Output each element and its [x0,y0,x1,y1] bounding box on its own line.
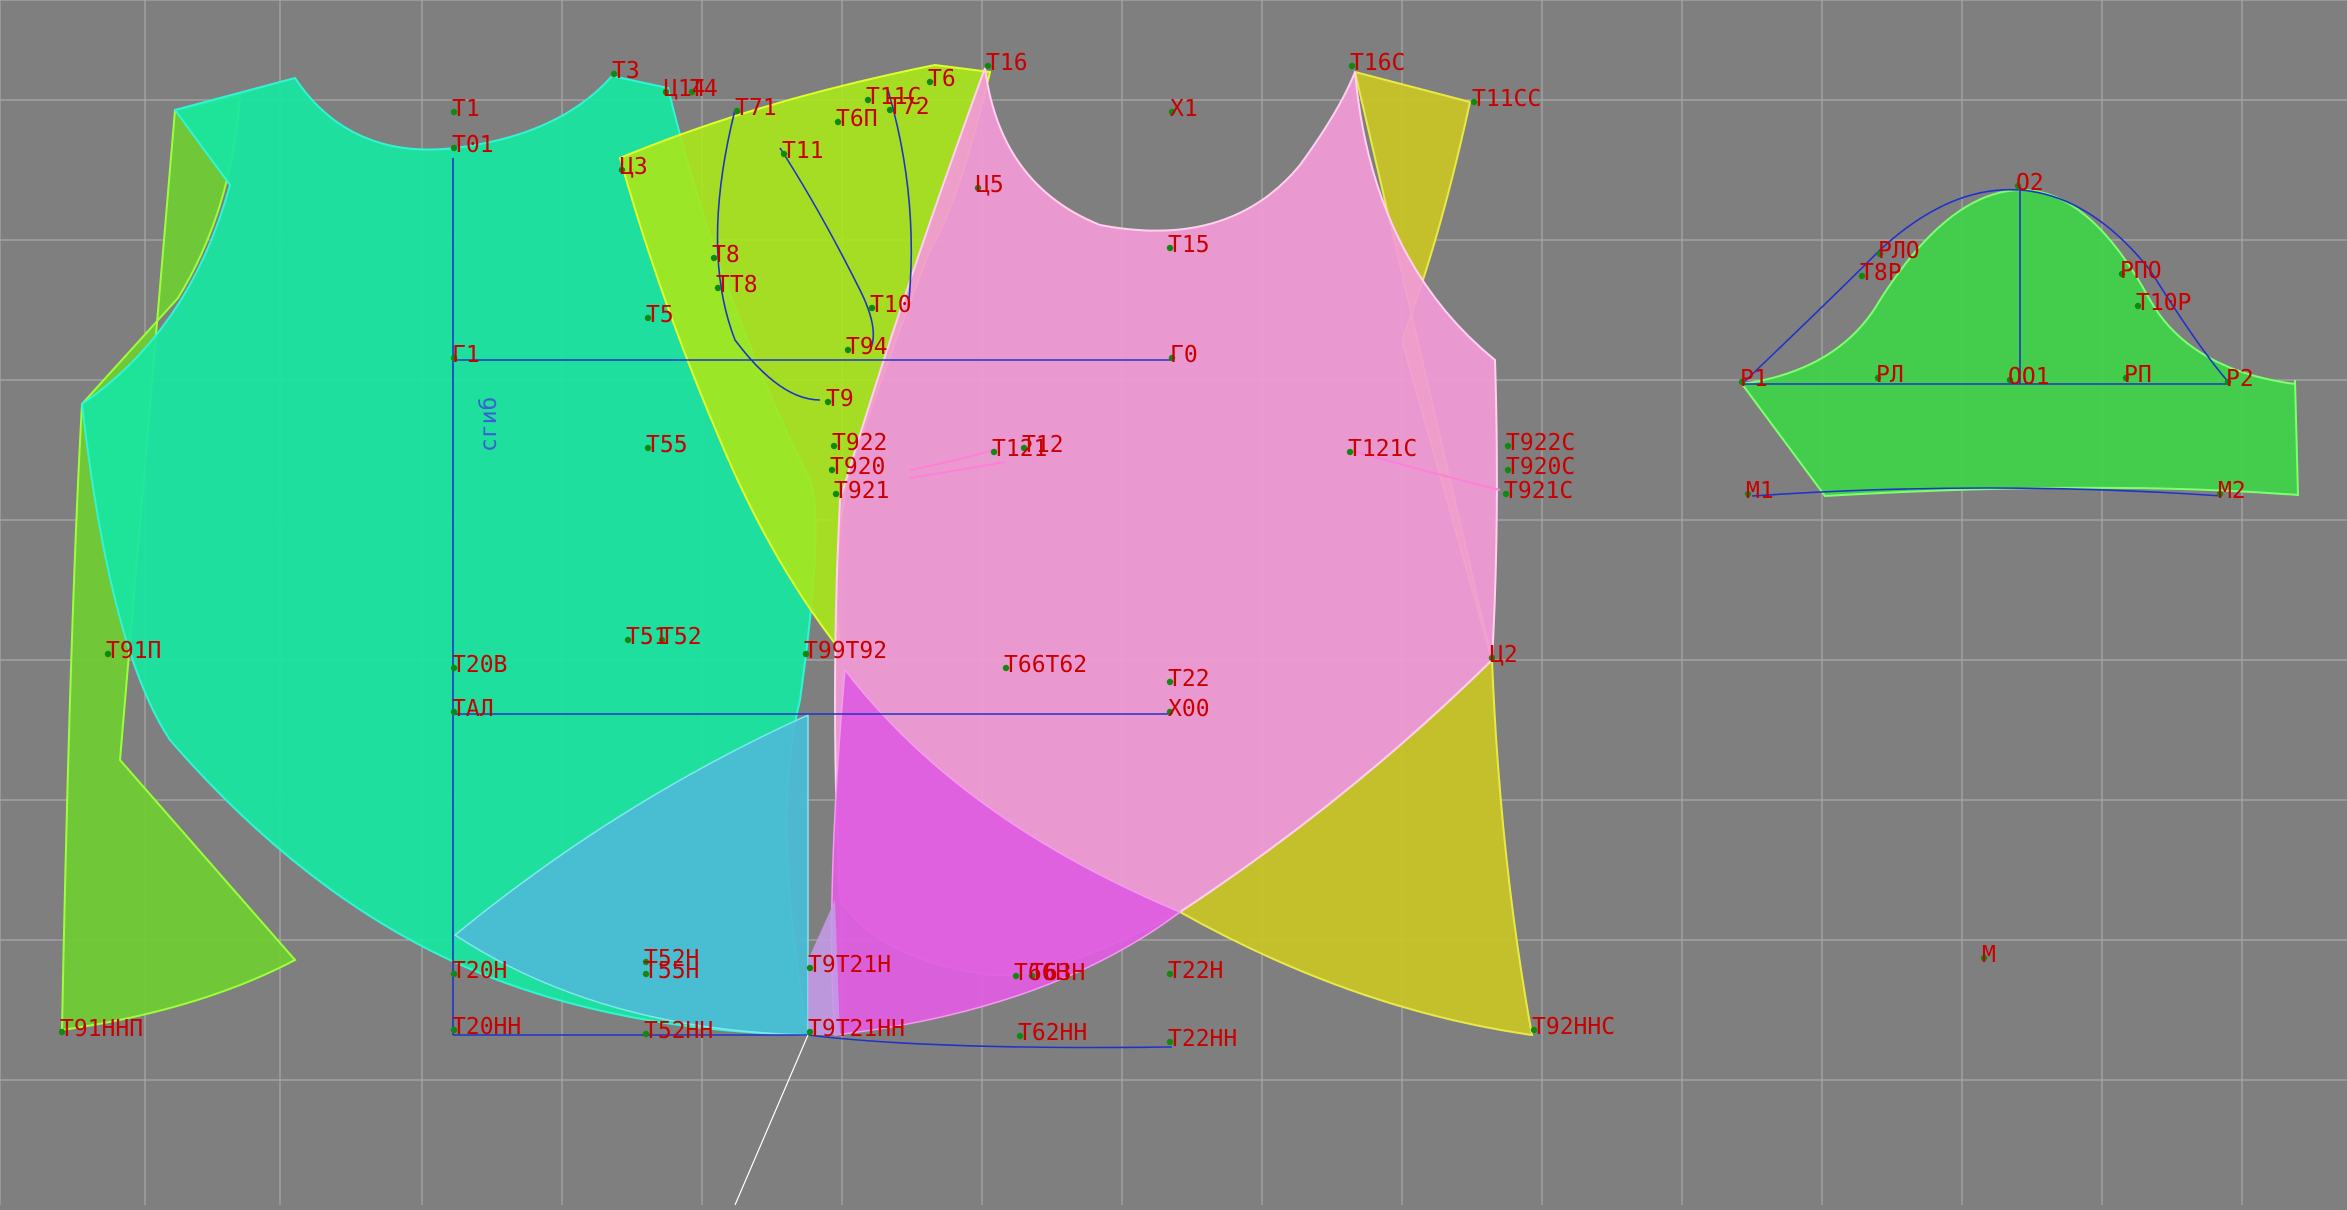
label-t52n: Т52Н [644,946,699,972]
label-rpo: РПО [2120,258,2162,284]
label-t20v: Т20В [452,652,507,678]
label-t921nn: Т9Т21НН [808,1016,905,1042]
label-o01: ОО1 [2008,364,2050,390]
label-t6: Т6 [928,66,956,92]
label-t71: Т71 [735,95,777,121]
label-t8: Т8 [712,242,740,268]
label-t9992: Т99Т92 [804,638,887,664]
label-t91nnp: Т91ННП [60,1016,143,1042]
label-t921n: Т9Т21Н [808,952,891,978]
label-fold: сгиб [476,397,502,452]
label-t20n: Т20Н [452,958,507,984]
pattern-drawing[interactable]: Т1 Т01 Т3 Ц14 Т4 Т71 Т11С Т6 Т16 Т6П Т72… [0,0,2347,1206]
label-t62nn: Т62НН [1018,1020,1087,1046]
label-t4: Т4 [690,76,718,102]
label-tal: ТАЛ [452,696,494,722]
label-t121c: Т121С [1348,436,1417,462]
label-t11cc: Т11СС [1472,86,1541,112]
label-g1: Г1 [452,342,480,368]
label-t72: Т72 [888,94,930,120]
label-c5: Ц5 [976,172,1004,198]
label-t921c: Т921С [1504,478,1573,504]
pattern-canvas[interactable]: Т1 Т01 Т3 Ц14 Т4 Т71 Т11С Т6 Т16 Т6П Т72… [0,0,2347,1206]
label-t20nn: Т20НН [452,1014,521,1040]
label-t52nn: Т52НН [644,1018,713,1044]
label-tt8: ТТ8 [716,272,758,298]
label-c3: Ц3 [620,154,648,180]
label-t16c: Т16С [1350,50,1405,76]
label-t922c: Т922С [1506,430,1575,456]
label-t11: Т11 [782,138,824,164]
label-t8p: Т8Р [1860,260,1902,286]
label-t91p: Т91П [106,638,161,664]
label-o2: О2 [2016,170,2044,196]
label-m: М [1982,942,1996,968]
label-t10p: Т10Р [2136,290,2191,316]
label-t6662: Т66Т62 [1004,652,1087,678]
label-c2: Ц2 [1490,642,1518,668]
label-t5: Т5 [646,302,674,328]
label-r2: Р2 [2226,366,2254,392]
label-x1: Х1 [1170,96,1198,122]
label-t10: Т10 [870,292,912,318]
label-t920: Т920 [830,454,885,480]
label-t16: Т16 [986,50,1028,76]
label-t3: Т3 [612,58,640,84]
label-t22nn: Т22НН [1168,1026,1237,1052]
label-t6p: Т6П [836,106,878,132]
label-t922: Т922 [832,430,887,456]
label-t94: Т94 [846,334,888,360]
label-t12: Т12 [1022,432,1064,458]
label-g0: Г0 [1170,342,1198,368]
label-t920c: Т920С [1506,454,1575,480]
label-x00: Х00 [1168,696,1210,722]
label-t22n: Т22Н [1168,958,1223,984]
label-t92nnc: Т92ННС [1532,1014,1615,1040]
label-t9: Т9 [826,386,854,412]
label-r1: Р1 [1740,366,1768,392]
label-rl: РЛ [1876,362,1904,388]
label-t52: Т52 [660,624,702,650]
label-t15: Т15 [1168,232,1210,258]
label-t921: Т921 [834,478,889,504]
label-t22: Т22 [1168,666,1210,692]
label-t01: Т01 [452,132,494,158]
label-t62n: Т63Н [1030,960,1085,986]
label-t1: Т1 [452,96,480,122]
label-t55: Т55 [646,432,688,458]
label-rp: РП [2124,362,2152,388]
label-m2: М2 [2218,478,2246,504]
label-m1: М1 [1746,478,1774,504]
